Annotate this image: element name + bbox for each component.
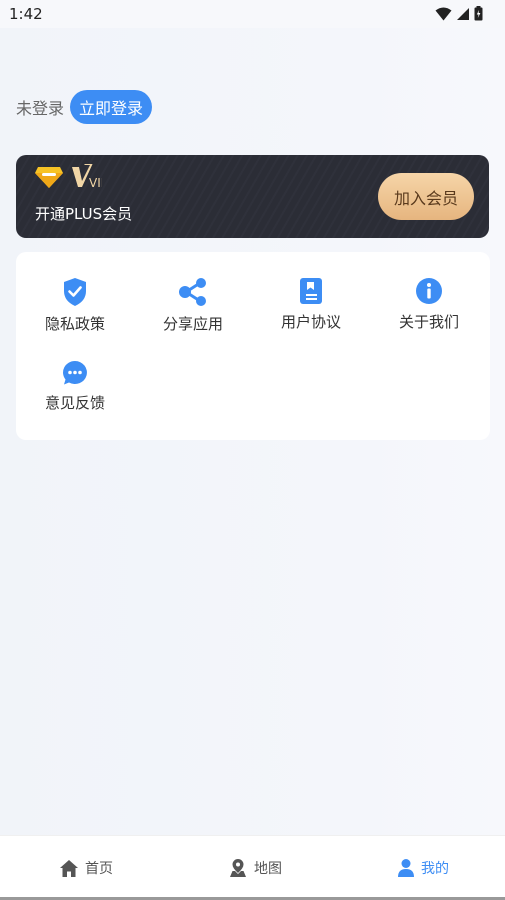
screen: 1:42 未登录 立即登录 VI 开通PLUS会员 加入会员 隐私政策 分享应用… — [0, 0, 505, 900]
menu-label: 意见反馈 — [44, 394, 105, 412]
map-pin-icon — [230, 859, 246, 877]
status-icons — [435, 6, 483, 21]
share-icon — [178, 277, 208, 307]
bottom-nav: 首页 地图 我的 — [0, 835, 505, 898]
menu-item-agreement[interactable]: 用户协议 — [252, 252, 370, 331]
user-icon — [398, 859, 414, 877]
document-icon — [296, 277, 326, 305]
chat-bubble-icon — [60, 360, 90, 386]
status-bar: 1:42 — [0, 0, 505, 28]
nav-item-mine[interactable]: 我的 — [397, 856, 449, 880]
shield-check-icon — [60, 277, 90, 307]
battery-icon — [474, 6, 483, 21]
vip-badge: VIP — [34, 164, 102, 190]
menu-label: 用户协议 — [280, 313, 341, 331]
menu-label: 隐私政策 — [44, 315, 105, 333]
menu-card: 隐私政策 分享应用 用户协议 关于我们 意见反馈 — [16, 252, 490, 440]
nav-label: 地图 — [254, 861, 282, 877]
menu-item-about[interactable]: 关于我们 — [370, 252, 488, 331]
vip-title: 开通PLUS会员 — [35, 205, 133, 223]
signal-icon — [457, 7, 469, 20]
menu-item-feedback[interactable]: 意见反馈 — [16, 335, 134, 412]
login-status-text: 未登录 — [16, 99, 65, 118]
login-button[interactable]: 立即登录 — [70, 90, 153, 124]
status-time: 1:42 — [9, 5, 43, 23]
menu-item-share[interactable]: 分享应用 — [134, 252, 252, 333]
nav-label: 首页 — [85, 861, 113, 877]
nav-label: 我的 — [421, 861, 449, 877]
wifi-icon — [435, 7, 452, 20]
vip-logo-icon: VIP — [72, 164, 102, 190]
nav-item-map[interactable]: 地图 — [228, 856, 282, 880]
vip-card[interactable]: VIP 开通PLUS会员 加入会员 — [16, 155, 489, 238]
menu-label: 分享应用 — [162, 315, 223, 333]
menu-item-privacy[interactable]: 隐私政策 — [16, 252, 134, 333]
info-icon — [414, 277, 444, 305]
nav-item-home[interactable]: 首页 — [59, 856, 113, 880]
home-icon — [60, 859, 78, 877]
vip-badge-text: VIP — [89, 176, 102, 190]
join-vip-button[interactable]: 加入会员 — [378, 173, 474, 220]
menu-label: 关于我们 — [398, 313, 459, 331]
login-row: 未登录 立即登录 — [16, 90, 153, 124]
diamond-icon — [35, 167, 63, 188]
